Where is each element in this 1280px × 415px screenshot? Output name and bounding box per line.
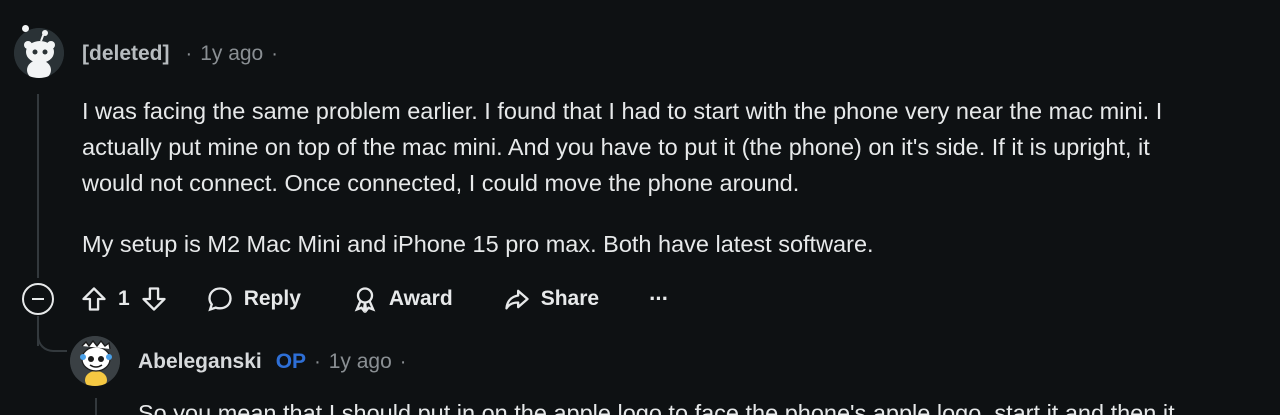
meta-separator: · xyxy=(185,42,193,65)
comment-paragraph: I was facing the same problem earlier. I… xyxy=(82,93,1272,129)
share-icon xyxy=(505,289,529,310)
comment-paragraph: My setup is M2 Mac Mini and iPhone 15 pr… xyxy=(82,226,1272,262)
reply-timestamp[interactable]: 1y ago xyxy=(329,350,392,374)
snoo-avatar-icon xyxy=(70,336,120,386)
meta-separator: · xyxy=(314,350,321,373)
snoo-icon xyxy=(14,28,64,78)
reply-body-preview: So you mean that I should put in on the … xyxy=(138,400,1175,415)
comment-meta: [deleted] · 1y ago · xyxy=(82,42,286,66)
reply-button[interactable]: Reply xyxy=(206,285,301,313)
comment-action-bar: 1 Reply Award Share ··· xyxy=(22,279,669,319)
upvote-icon[interactable] xyxy=(80,285,108,313)
reply-meta: Abeleganski OP · 1y ago · xyxy=(138,350,414,374)
ellipsis-icon: ··· xyxy=(649,286,669,311)
comment-paragraph: actually put mine on top of the mac mini… xyxy=(82,129,1272,165)
comment-line: would not connect. Once connected, I cou… xyxy=(82,170,800,196)
collapse-thread-button[interactable] xyxy=(22,283,54,315)
deleted-user-avatar[interactable] xyxy=(14,28,64,78)
comment-line: I was facing the same problem earlier. I… xyxy=(82,98,1163,124)
op-badge: OP xyxy=(275,350,307,373)
reply-label: Reply xyxy=(243,287,301,310)
vote-count: 1 xyxy=(118,287,130,310)
comment-body: I was facing the same problem earlier. I… xyxy=(82,93,1272,287)
comment-timestamp[interactable]: 1y ago xyxy=(200,42,263,66)
comment-author[interactable]: [deleted] xyxy=(82,42,170,66)
award-icon xyxy=(354,287,376,313)
share-button[interactable]: Share xyxy=(503,285,599,313)
downvote-icon[interactable] xyxy=(140,285,168,313)
meta-separator: · xyxy=(399,350,407,373)
vote-controls: 1 xyxy=(80,285,168,313)
award-button[interactable]: Award xyxy=(351,285,453,313)
minus-icon xyxy=(32,298,44,300)
comment-line: actually put mine on top of the mac mini… xyxy=(82,134,1150,160)
comment-line: My setup is M2 Mac Mini and iPhone 15 pr… xyxy=(82,231,874,257)
thread-line[interactable] xyxy=(37,94,39,278)
meta-separator: · xyxy=(271,42,278,65)
reply-author[interactable]: Abeleganski xyxy=(138,350,262,374)
reply-thread-line xyxy=(95,398,97,415)
reply-author-avatar[interactable] xyxy=(70,336,120,386)
more-options-button[interactable]: ··· xyxy=(649,286,669,312)
comment-bubble-icon xyxy=(207,287,232,312)
comment-thread: [deleted] · 1y ago · I was facing the sa… xyxy=(0,0,1280,415)
comment-paragraph: would not connect. Once connected, I cou… xyxy=(82,165,1272,201)
share-label: Share xyxy=(540,287,600,310)
thread-curve xyxy=(37,322,67,352)
award-label: Award xyxy=(388,287,453,310)
avatar-antenna-dot xyxy=(22,25,29,32)
